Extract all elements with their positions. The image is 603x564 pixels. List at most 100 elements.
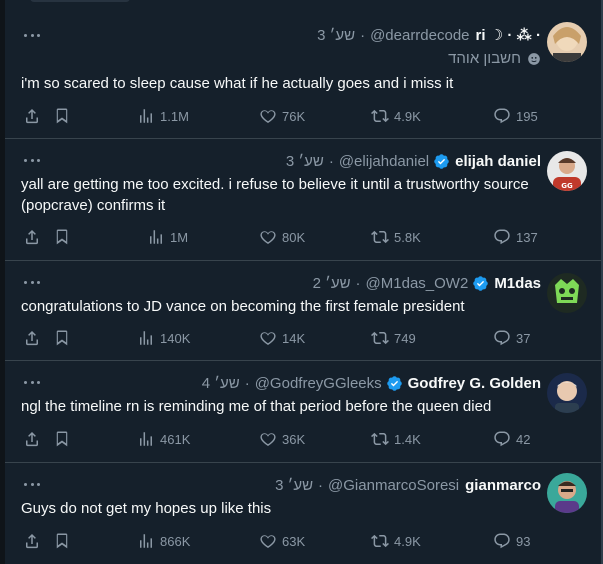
likes-count: 80K <box>282 229 306 245</box>
verified-badge-icon <box>473 275 489 291</box>
like-button[interactable]: 76K <box>259 107 305 125</box>
bookmark-button[interactable] <box>53 107 71 125</box>
bookmark-button[interactable] <box>53 532 71 550</box>
tweet-author-name[interactable]: ri ☽ · ⁂ · <box>476 26 541 44</box>
views-button[interactable]: 1.1M <box>137 107 189 125</box>
avatar[interactable]: GG <box>547 151 587 191</box>
tweet-handle[interactable]: @GianmarcoSoresi <box>328 477 459 494</box>
views-chart-icon <box>140 109 152 123</box>
tweet-time[interactable]: 3 שע׳ <box>286 153 324 170</box>
views-count: 1M <box>170 229 189 245</box>
views-button[interactable]: 140K <box>137 329 190 347</box>
like-button[interactable]: 80K <box>259 228 305 246</box>
avatar[interactable] <box>547 473 587 513</box>
tweet-card[interactable]: 3 שע׳ · @dearrdecode ri ☽ · ⁂ · חשבון או… <box>5 0 601 139</box>
more-options-icon[interactable] <box>24 483 40 487</box>
tweet-time[interactable]: 2 שע׳ <box>313 275 351 292</box>
bookmark-button[interactable] <box>53 329 71 347</box>
tweet-header: 3 שע׳ · @dearrdecode ri ☽ · ⁂ · <box>317 25 541 45</box>
bookmark-button[interactable] <box>53 228 71 246</box>
likes-count: 36K <box>282 431 306 447</box>
views-count: 461K <box>160 431 191 447</box>
retweet-icon <box>371 534 389 548</box>
share-icon <box>26 330 38 346</box>
retweet-icon <box>371 432 389 446</box>
share-icon <box>26 108 38 124</box>
share-button[interactable] <box>23 107 41 125</box>
reply-button[interactable]: 42 <box>493 430 530 448</box>
reply-button[interactable]: 37 <box>493 329 530 347</box>
retweets-count: 1.4K <box>394 431 421 447</box>
replies-count: 137 <box>516 229 538 245</box>
retweets-count: 749 <box>394 330 416 346</box>
share-button[interactable] <box>23 532 41 550</box>
retweet-button[interactable]: 4.9K <box>371 532 421 550</box>
tweet-author-name[interactable]: gianmarco <box>465 477 541 494</box>
tweet-handle[interactable]: @M1das_OW2 <box>366 275 469 292</box>
reply-icon <box>494 229 510 245</box>
more-options-icon[interactable] <box>24 159 40 163</box>
likes-count: 14K <box>282 330 306 346</box>
tweet-actions: 1M 80K 5.8K 137 <box>23 228 541 248</box>
tweet-time[interactable]: 3 שע׳ <box>275 477 313 494</box>
bookmark-icon <box>56 229 68 245</box>
share-button[interactable] <box>23 329 41 347</box>
tweet-actions: 866K 63K 4.9K 93 <box>23 532 541 552</box>
tweet-card[interactable]: 3 שע׳ · @GianmarcoSoresi gianmarco Guys … <box>5 463 601 564</box>
reply-button[interactable]: 93 <box>493 532 530 550</box>
views-button[interactable]: 866K <box>137 532 190 550</box>
heart-icon <box>260 231 276 244</box>
share-button[interactable] <box>23 228 41 246</box>
views-button[interactable]: 1M <box>147 228 188 246</box>
share-icon <box>26 431 38 447</box>
heart-icon <box>260 535 276 548</box>
like-button[interactable]: 14K <box>259 329 305 347</box>
tweet-author-name[interactable]: Godfrey G. Golden <box>408 375 541 392</box>
retweet-button[interactable]: 5.8K <box>371 228 421 246</box>
share-icon <box>26 533 38 549</box>
tweet-time[interactable]: 3 שע׳ <box>317 27 355 44</box>
avatar[interactable] <box>547 22 587 62</box>
tweet-author-name[interactable]: elijah daniel <box>455 153 541 170</box>
retweet-button[interactable]: 1.4K <box>371 430 421 448</box>
views-button[interactable]: 461K <box>137 430 190 448</box>
bookmark-icon <box>56 533 68 549</box>
retweets-count: 4.9K <box>394 533 421 549</box>
retweet-button[interactable]: 749 <box>371 329 416 347</box>
verified-badge-icon <box>434 153 449 169</box>
retweet-icon <box>371 230 389 244</box>
retweets-count: 4.9K <box>394 108 421 124</box>
retweet-button[interactable]: 4.9K <box>371 107 421 125</box>
more-options-icon[interactable] <box>24 281 40 285</box>
tweet-handle[interactable]: @elijahdaniel <box>339 153 429 170</box>
like-button[interactable]: 63K <box>259 532 305 550</box>
avatar[interactable] <box>547 373 587 413</box>
bookmark-button[interactable] <box>53 430 71 448</box>
more-options-icon[interactable] <box>24 34 40 38</box>
tweet-header: 2 שע׳ · @M1das_OW2 M1das <box>313 273 541 293</box>
tweet-header: 3 שע׳ · @GianmarcoSoresi gianmarco <box>275 475 541 495</box>
tweet-card[interactable]: 2 שע׳ · @M1das_OW2 M1das congratulations… <box>5 261 601 361</box>
tweet-text: yall are getting me too excited. i refus… <box>21 176 529 214</box>
tweet-author-name[interactable]: M1das <box>494 275 541 292</box>
separator-dot: · <box>355 274 361 292</box>
tweet-card[interactable]: 4 שע׳ · @GodfreyGGleeks Godfrey G. Golde… <box>5 361 601 463</box>
views-chart-icon <box>140 432 152 446</box>
likes-count: 63K <box>282 533 306 549</box>
views-chart-icon <box>150 230 162 244</box>
separator-dot: · <box>328 152 334 170</box>
heart-icon <box>260 433 276 446</box>
reply-button[interactable]: 137 <box>493 228 538 246</box>
more-options-icon[interactable] <box>24 381 40 385</box>
reply-button[interactable]: 195 <box>493 107 538 125</box>
tweet-handle[interactable]: @GodfreyGGleeks <box>255 375 382 392</box>
tweet-time[interactable]: 4 שע׳ <box>202 375 240 392</box>
tweet-card[interactable]: 3 שע׳ · @elijahdaniel elijah daniel GG y… <box>5 139 601 261</box>
views-count: 1.1M <box>160 108 189 124</box>
tweet-handle[interactable]: @dearrdecode <box>370 27 469 44</box>
replies-count: 93 <box>516 533 531 549</box>
avatar[interactable] <box>547 273 587 313</box>
share-button[interactable] <box>23 430 41 448</box>
like-button[interactable]: 36K <box>259 430 305 448</box>
separator-dot: · <box>318 476 324 494</box>
